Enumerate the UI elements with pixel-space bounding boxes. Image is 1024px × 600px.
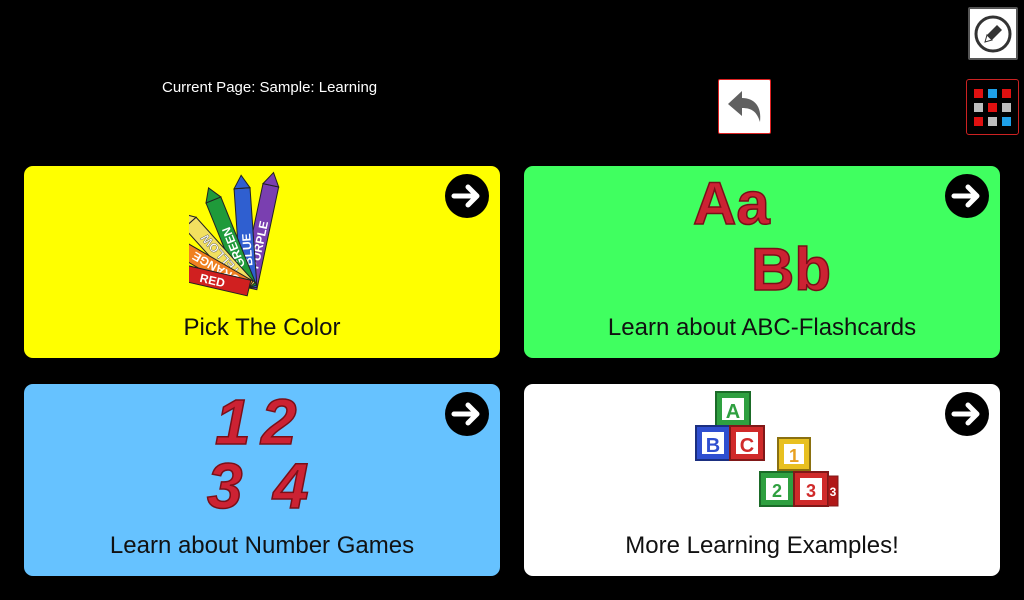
block-a: A <box>726 401 740 423</box>
block-b: B <box>706 435 720 457</box>
blocks-icon: A B C 1 2 3 3 <box>695 391 839 507</box>
block-3: 3 <box>806 481 816 501</box>
grid-menu-icon <box>974 88 1011 126</box>
letters-aa: Aa <box>693 170 770 237</box>
back-button[interactable] <box>718 79 771 134</box>
arrow-right-icon <box>445 174 489 218</box>
tile-label: Pick The Color <box>183 314 341 341</box>
letters-bb: Bb <box>751 236 831 296</box>
block-2: 2 <box>772 481 782 501</box>
numbers-icon: 1 2 3 4 <box>206 386 309 516</box>
number-3: 3 <box>207 450 243 516</box>
tile-number-games[interactable]: 1 2 3 4 Learn about Number Games <box>24 384 500 576</box>
tile-pick-the-color[interactable]: PURPLE BLUE GREEN YELLOW ORANGE RED Pick… <box>24 166 500 358</box>
arrow-right-icon <box>945 392 989 436</box>
tile-label: More Learning Examples! <box>625 532 899 559</box>
tile-label: Learn about Number Games <box>109 532 415 559</box>
block-3-side: 3 <box>830 485 837 499</box>
tile-abc-flashcards[interactable]: Aa Bb Learn about ABC-Flashcards <box>524 166 1000 358</box>
crayons-icon: PURPLE BLUE GREEN YELLOW ORANGE RED <box>189 171 280 297</box>
block-1: 1 <box>789 446 799 466</box>
number-2: 2 <box>260 386 297 458</box>
grid-menu-button[interactable] <box>966 79 1019 135</box>
tile-more-learning[interactable]: A B C 1 2 3 3 More Learning Examples! <box>524 384 1000 576</box>
pencil-icon <box>974 15 1012 52</box>
number-1: 1 <box>215 386 251 458</box>
tile-label: Learn about ABC-Flashcards <box>607 314 917 341</box>
number-4: 4 <box>271 450 309 516</box>
current-page-label: Current Page: Sample: Learning <box>162 79 378 96</box>
arrow-right-icon <box>945 174 989 218</box>
letters-icon: Aa Bb <box>692 169 831 296</box>
edit-button[interactable] <box>968 7 1018 60</box>
block-c: C <box>740 435 754 457</box>
arrow-right-icon <box>445 392 489 436</box>
undo-arrow-icon <box>727 90 760 122</box>
